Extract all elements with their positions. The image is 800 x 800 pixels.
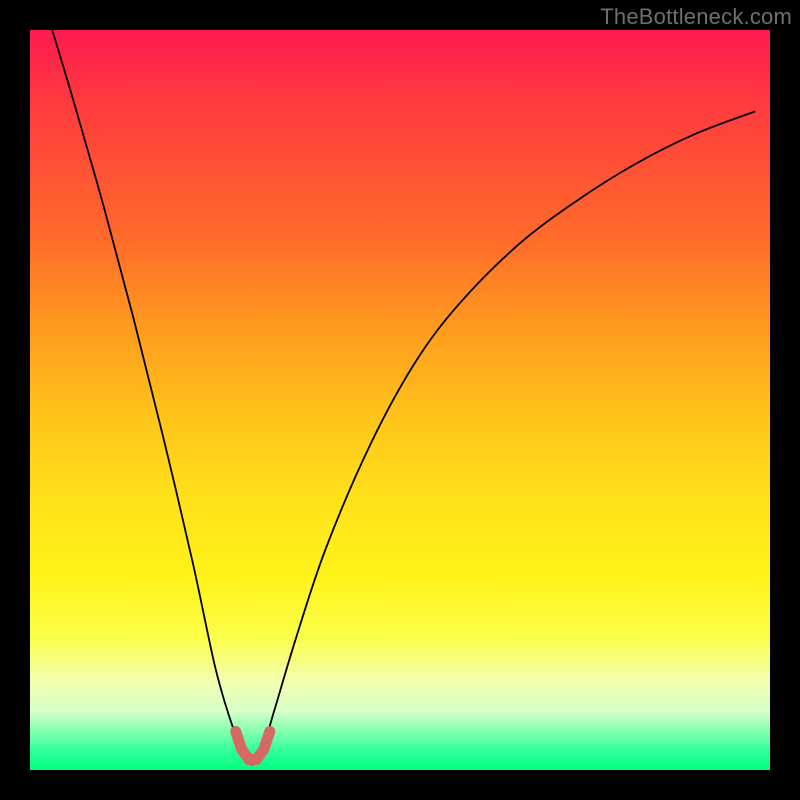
watermark-text: TheBottleneck.com — [600, 4, 792, 30]
bottleneck-curve — [52, 30, 755, 764]
chart-container: TheBottleneck.com — [0, 0, 800, 800]
curve-svg — [30, 30, 770, 770]
optimal-region-marker — [236, 732, 270, 760]
plot-area — [30, 30, 770, 770]
